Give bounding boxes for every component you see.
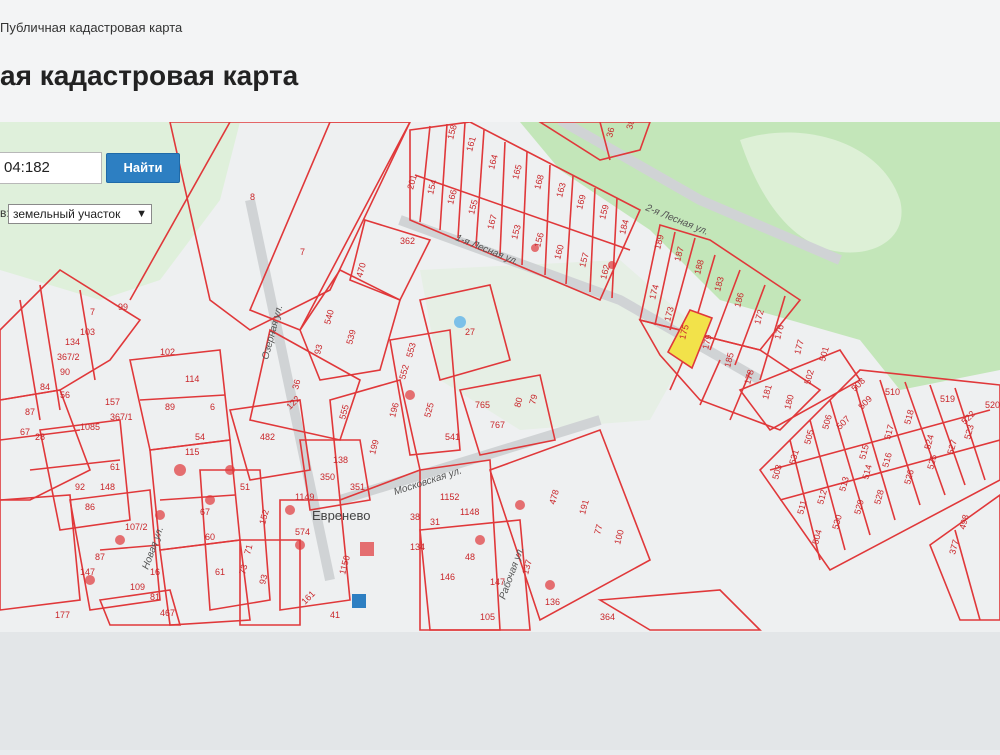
parcel-number-label[interactable]: 467 — [160, 608, 175, 618]
parcel-number-label[interactable]: 10 — [80, 422, 90, 432]
parcel-number-label[interactable]: 85 — [90, 422, 100, 432]
parcel-number-label[interactable]: 61 — [215, 567, 225, 577]
parcel-number-label[interactable]: 767 — [490, 420, 505, 430]
parcel-number-label[interactable]: 56 — [60, 390, 70, 400]
parcel-number-label[interactable]: 520 — [985, 400, 1000, 410]
parcel-number-label[interactable]: 92 — [75, 482, 85, 492]
page-footer-area — [0, 632, 1000, 750]
parcel-number-label[interactable]: 147 — [80, 567, 95, 577]
parcel-number-label[interactable]: 114 — [185, 374, 199, 384]
parcel-number-label[interactable]: 31 — [430, 517, 440, 527]
parcel-number-label[interactable]: 28 — [35, 432, 45, 442]
parcel-number-label[interactable]: 41 — [330, 610, 340, 620]
parcel-number-label[interactable]: 136 — [545, 597, 560, 607]
find-button[interactable]: Найти — [106, 153, 180, 183]
parcel-number-label[interactable]: 510 — [885, 387, 900, 397]
parcel-number-label[interactable]: 1152 — [440, 492, 459, 502]
parcel-number-label[interactable]: 86 — [85, 502, 95, 512]
parcel-number-label[interactable]: 177 — [55, 610, 70, 620]
parcel-number-label[interactable]: 148 — [100, 482, 115, 492]
parcel-number-label[interactable]: 519 — [940, 394, 955, 404]
parcel-number-label[interactable]: 90 — [60, 367, 70, 377]
parcel-number-label[interactable]: 146 — [440, 572, 455, 582]
parcel-number-label[interactable]: 1149 — [295, 492, 314, 502]
parcel-number-label[interactable]: 51 — [240, 482, 250, 492]
parcel-number-label[interactable]: 99 — [118, 302, 128, 312]
parcel-number-label[interactable]: 157 — [105, 397, 120, 407]
object-type-select[interactable]: земельный участок ▼ — [8, 204, 152, 224]
parcel-number-label[interactable]: 89 — [165, 402, 175, 412]
bus-stop-icon — [352, 594, 366, 608]
parcel-number-label[interactable]: 87 — [25, 407, 35, 417]
breadcrumb[interactable]: Публичная кадастровая карта — [0, 20, 182, 35]
page-title: ая кадастровая карта — [0, 60, 299, 91]
parcel-number-label[interactable]: 115 — [185, 447, 199, 457]
parcel-number-label[interactable]: 8 — [250, 192, 255, 202]
parcel-number-label[interactable]: 109 — [130, 582, 145, 592]
chevron-down-icon: ▼ — [136, 208, 147, 220]
search-input[interactable]: 04:182 — [0, 152, 102, 184]
parcel-number-label[interactable]: 87 — [95, 552, 105, 562]
parcel-number-label[interactable]: 367/2 — [57, 352, 80, 362]
parcel-number-label[interactable]: 103 — [80, 327, 95, 337]
parcel-number-label[interactable]: 351 — [350, 482, 365, 492]
parcel-number-label[interactable]: 38 — [410, 512, 420, 522]
parcel-number-label[interactable]: 48 — [465, 552, 475, 562]
parcel-number-label[interactable]: 61 — [110, 462, 120, 472]
parcel-number-label[interactable]: 350 — [320, 472, 335, 482]
parcel-number-label[interactable]: 367/1 — [110, 412, 133, 422]
parcel-number-label[interactable]: 60 — [205, 532, 215, 542]
settlement-label: Евренево — [312, 508, 370, 523]
parcel-number-label[interactable]: 102 — [160, 347, 175, 357]
parcel-number-label[interactable]: 482 — [260, 432, 275, 442]
parcel-number-label[interactable]: 765 — [475, 400, 490, 410]
parcel-number-label[interactable]: 7 — [90, 307, 95, 317]
parcel-number-label[interactable]: 67 — [20, 427, 30, 437]
parcel-number-label[interactable]: 84 — [40, 382, 50, 392]
parcel-number-label[interactable]: 1148 — [460, 507, 479, 517]
object-type-value: земельный участок — [13, 207, 121, 221]
parcel-number-label[interactable]: 7 — [300, 247, 305, 257]
parcel-number-label[interactable]: 107/2 — [125, 522, 148, 532]
parcel-number-label[interactable]: 105 — [480, 612, 495, 622]
parcel-number-label[interactable]: 81 — [150, 592, 160, 602]
parcel-number-label[interactable]: 6 — [210, 402, 215, 412]
parcel-number-label[interactable]: 541 — [445, 432, 460, 442]
parcel-number-label[interactable]: 54 — [195, 432, 205, 442]
parcel-number-label[interactable]: 364 — [600, 612, 615, 622]
parcel-number-label[interactable]: 67 — [200, 507, 210, 517]
parcel-number-label[interactable]: 574 — [295, 527, 310, 537]
parcel-number-label[interactable]: 138 — [333, 455, 348, 465]
parcel-number-label[interactable]: 134 — [65, 337, 80, 347]
parcel-number-label[interactable]: 362 — [400, 236, 415, 246]
parcel-number-label[interactable]: 134 — [410, 542, 425, 552]
parcel-number-label[interactable]: 27 — [465, 327, 475, 337]
